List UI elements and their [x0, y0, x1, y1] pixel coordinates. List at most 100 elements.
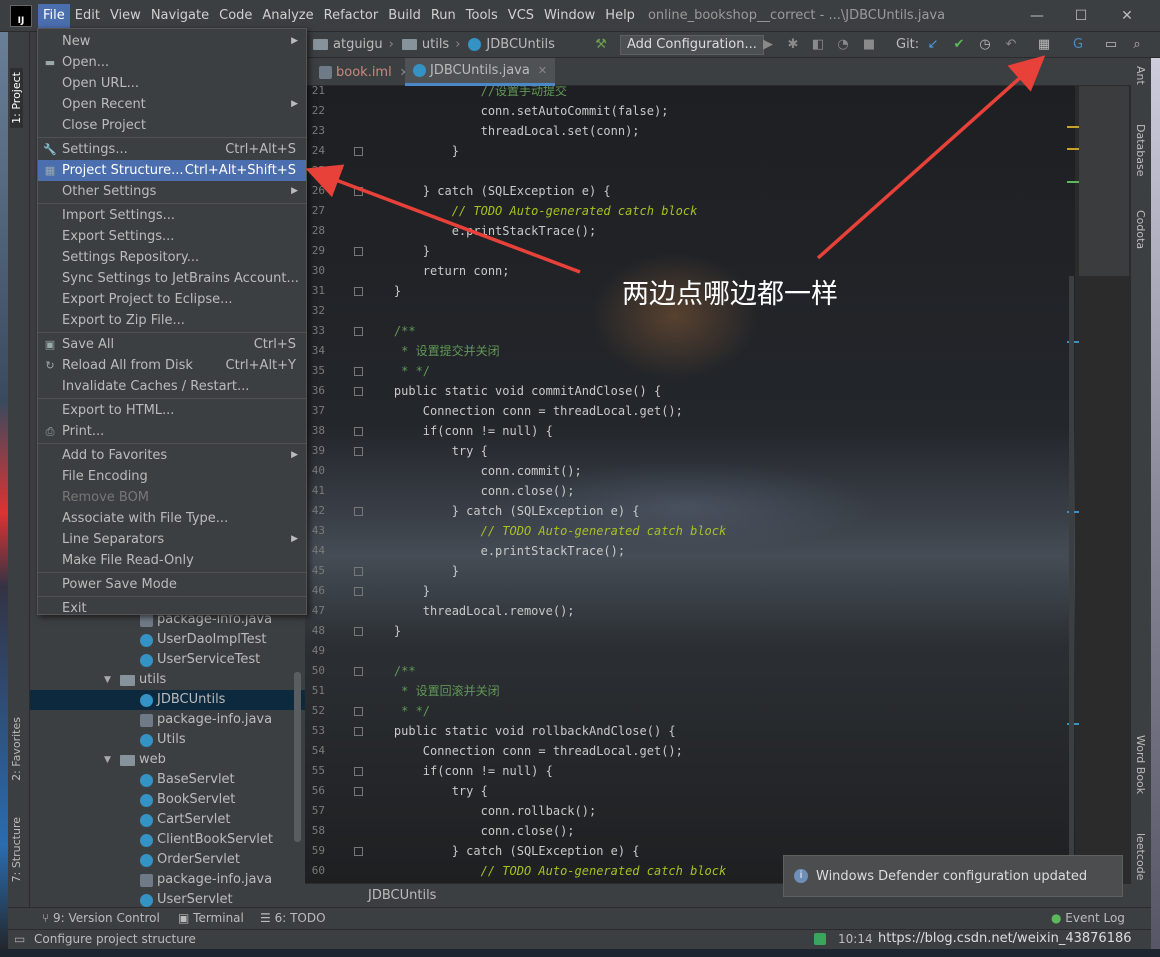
menu-code[interactable]: Code — [214, 4, 257, 28]
terminal-status-icon[interactable] — [814, 933, 826, 945]
menu-item-associate-with-file-type[interactable]: Associate with File Type... — [38, 508, 306, 529]
menu-item-make-file-read-only[interactable]: Make File Read-Only — [38, 550, 306, 571]
menu-item-sync-settings-to-jetbrains-account[interactable]: Sync Settings to JetBrains Account... — [38, 268, 306, 289]
code-minimap[interactable] — [1079, 86, 1129, 276]
menu-view[interactable]: View — [105, 4, 146, 28]
git-history-icon[interactable]: ◷ — [977, 37, 993, 53]
menu-item-open-url[interactable]: Open URL... — [38, 73, 306, 94]
tool-tab-favorites[interactable]: 2: Favorites — [10, 717, 23, 781]
menu-item-project-structure[interactable]: ▦ Project Structure... Ctrl+Alt+Shift+S — [38, 160, 306, 181]
project-structure-icon[interactable]: ▦ — [1036, 37, 1052, 53]
menu-item-other-settings[interactable]: Other Settings ▶ — [38, 181, 306, 202]
menu-item-invalidate-caches-restart[interactable]: Invalidate Caches / Restart... — [38, 376, 306, 397]
tool-tab-todo[interactable]: ☰ 6: TODO — [260, 911, 326, 925]
fold-marker-icon[interactable] — [354, 187, 363, 196]
tool-tab-leetcode[interactable]: leetcode — [1134, 833, 1147, 880]
menu-item-exit[interactable]: Exit — [38, 598, 306, 619]
warning-marker[interactable] — [1067, 126, 1079, 128]
expand-arrow-icon[interactable]: ▼ — [104, 750, 116, 770]
fold-marker-icon[interactable] — [354, 147, 363, 156]
menu-item-settings-repository[interactable]: Settings Repository... — [38, 247, 306, 268]
project-tree-scrollbar[interactable] — [294, 672, 301, 842]
warning-marker[interactable] — [1067, 148, 1079, 150]
fold-marker-icon[interactable] — [354, 787, 363, 796]
tool-tab-ant[interactable]: Ant — [1134, 66, 1147, 85]
menu-help[interactable]: Help — [600, 4, 640, 28]
translate-icon[interactable]: G — [1070, 37, 1086, 53]
search-everywhere-icon[interactable]: ⌕ — [1129, 37, 1145, 53]
tree-item-userservicetest[interactable]: UserServiceTest — [30, 650, 260, 670]
fold-marker-icon[interactable] — [354, 387, 363, 396]
menu-tools[interactable]: Tools — [461, 4, 503, 28]
menu-item-export-to-html[interactable]: Export to HTML... — [38, 400, 306, 421]
tab-jdbcuntils-java[interactable]: JDBCUntils.java ✕ — [405, 58, 556, 86]
tool-tab-version-control[interactable]: ⑂ 9: Version Control — [42, 911, 160, 925]
fold-marker-icon[interactable] — [354, 667, 363, 676]
fold-marker-icon[interactable] — [354, 707, 363, 716]
fold-marker-icon[interactable] — [354, 287, 363, 296]
git-commit-icon[interactable]: ✔ — [951, 37, 967, 53]
tool-tab-terminal[interactable]: ▣ Terminal — [178, 911, 244, 925]
stop-icon[interactable]: ■ — [861, 37, 877, 53]
minimize-button[interactable]: — — [1014, 0, 1060, 32]
caret-position[interactable]: 10:14 — [838, 932, 873, 946]
event-log-button[interactable]: ● Event Log — [1051, 911, 1125, 925]
tab-book-iml[interactable]: book.iml ✕ — [311, 58, 417, 86]
tree-item-jdbcuntils[interactable]: JDBCUntils — [30, 690, 305, 710]
menu-analyze[interactable]: Analyze — [257, 4, 318, 28]
tree-item-cartservlet[interactable]: CartServlet — [30, 810, 230, 830]
presentation-icon[interactable]: ▭ — [1103, 37, 1119, 53]
tree-item-bookservlet[interactable]: BookServlet — [30, 790, 235, 810]
menu-item-print[interactable]: ⎙ Print... — [38, 421, 306, 442]
menu-item-power-save-mode[interactable]: Power Save Mode — [38, 574, 306, 595]
menu-item-file-encoding[interactable]: File Encoding — [38, 466, 306, 487]
menu-item-add-to-favorites[interactable]: Add to Favorites ▶ — [38, 445, 306, 466]
menu-vcs[interactable]: VCS — [503, 4, 539, 28]
notification-balloon[interactable]: i Windows Defender configuration updated — [783, 855, 1123, 897]
fold-marker-icon[interactable] — [354, 367, 363, 376]
menu-window[interactable]: Window — [539, 4, 600, 28]
breadcrumb-utils[interactable]: utils › — [401, 37, 460, 52]
menu-navigate[interactable]: Navigate — [146, 4, 214, 28]
menu-item-close-project[interactable]: Close Project — [38, 115, 306, 136]
editor-marker-column[interactable] — [1067, 86, 1131, 883]
menu-item-export-settings[interactable]: Export Settings... — [38, 226, 306, 247]
fold-marker-icon[interactable] — [354, 447, 363, 456]
tree-item-utils[interactable]: ▼ utils — [30, 670, 166, 690]
menu-refactor[interactable]: Refactor — [319, 4, 384, 28]
breadcrumb-atguigu[interactable]: atguigu › — [313, 37, 394, 52]
tree-item-web[interactable]: ▼ web — [30, 750, 166, 770]
tree-item-userdaoimpltest[interactable]: UserDaoImplTest — [30, 630, 267, 650]
coverage-icon[interactable]: ◧ — [810, 37, 826, 53]
fold-marker-icon[interactable] — [354, 247, 363, 256]
menu-edit[interactable]: Edit — [70, 4, 105, 28]
tree-item-package-info-java[interactable]: package-info.java — [30, 870, 272, 890]
fold-marker-icon[interactable] — [354, 567, 363, 576]
tree-item-userservlet[interactable]: UserServlet — [30, 890, 233, 907]
menu-item-settings[interactable]: 🔧 Settings... Ctrl+Alt+S — [38, 139, 306, 160]
close-window-button[interactable]: ✕ — [1104, 0, 1150, 32]
fold-marker-icon[interactable] — [354, 627, 363, 636]
tree-item-orderservlet[interactable]: OrderServlet — [30, 850, 240, 870]
menu-item-open-recent[interactable]: Open Recent ▶ — [38, 94, 306, 115]
fold-marker-icon[interactable] — [354, 427, 363, 436]
expand-arrow-icon[interactable]: ▼ — [104, 670, 116, 690]
menu-item-export-project-to-eclipse[interactable]: Export Project to Eclipse... — [38, 289, 306, 310]
toggle-tool-windows-icon[interactable]: ▭ — [14, 932, 25, 946]
fold-marker-icon[interactable] — [354, 507, 363, 516]
tree-item-baseservlet[interactable]: BaseServlet — [30, 770, 235, 790]
build-hammer-icon[interactable]: ⚒ — [593, 37, 609, 53]
tool-tab-codota[interactable]: Codota — [1134, 210, 1147, 249]
code-editor[interactable]: 21 22 23 24 25 26 27 28 29 30 31 32 33 34 35 36 37 38 39 40… — [305, 86, 1075, 883]
tree-item-package-info-java[interactable]: package-info.java — [30, 710, 272, 730]
menu-file[interactable]: File — [38, 3, 70, 28]
fold-marker-icon[interactable] — [354, 847, 363, 856]
profile-icon[interactable]: ◔ — [835, 37, 851, 53]
tool-tab-project[interactable]: 1: Project — [10, 68, 23, 128]
tree-item-utils[interactable]: Utils — [30, 730, 186, 750]
menu-item-import-settings[interactable]: Import Settings... — [38, 205, 306, 226]
fold-marker-icon[interactable] — [354, 727, 363, 736]
fold-marker-icon[interactable] — [354, 327, 363, 336]
fold-marker-icon[interactable] — [354, 767, 363, 776]
menu-item-reload-all-from-disk[interactable]: ↻ Reload All from Disk Ctrl+Alt+Y — [38, 355, 306, 376]
